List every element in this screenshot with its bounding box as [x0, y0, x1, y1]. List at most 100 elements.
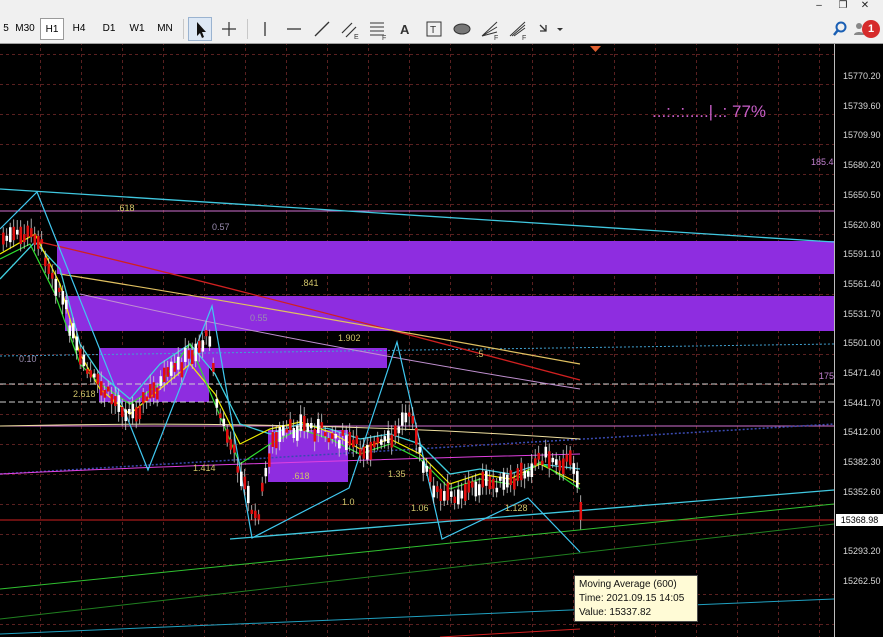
- candle-body: [135, 407, 138, 422]
- candle-body: [453, 496, 457, 504]
- candle-body: [278, 427, 282, 442]
- candle-body: [551, 457, 555, 463]
- crosshair-icon[interactable]: [217, 17, 241, 41]
- candle-body: [205, 330, 208, 337]
- fib-label: 0.10: [19, 354, 37, 364]
- text-icon[interactable]: A: [394, 17, 418, 41]
- candle-body: [180, 362, 184, 378]
- candle-body: [131, 403, 135, 419]
- toolbar-separator: [247, 19, 248, 39]
- equidistant-channel-icon[interactable]: E: [338, 17, 362, 41]
- close-icon[interactable]: ✕: [858, 0, 872, 12]
- timeframe-m30[interactable]: M30: [12, 18, 38, 40]
- fib-label: 1.35: [388, 469, 406, 479]
- cursor-icon[interactable]: [188, 17, 212, 41]
- timeframe-w1[interactable]: W1: [124, 18, 150, 40]
- candle-body: [9, 227, 12, 243]
- candle-body: [401, 412, 404, 426]
- tooltip-value: Value: 15337.82: [579, 607, 652, 618]
- candle-body: [513, 477, 516, 490]
- minimize-icon[interactable]: –: [812, 0, 826, 12]
- candle-body: [236, 466, 240, 473]
- candle-body: [327, 438, 331, 443]
- candle-body: [138, 405, 142, 419]
- candle-body: [166, 367, 170, 377]
- candle-body: [380, 439, 383, 445]
- candle-body: [149, 384, 152, 399]
- candle-body: [275, 432, 278, 449]
- candle-body: [555, 459, 558, 465]
- fibonacci-fan-icon[interactable]: F: [478, 17, 502, 42]
- candle-body: [408, 412, 411, 417]
- candle-body: [93, 373, 96, 378]
- candle-body: [194, 343, 198, 362]
- timeframe-d1[interactable]: D1: [96, 18, 122, 40]
- fib-label: 1.128: [505, 503, 528, 513]
- candle-body: [103, 389, 107, 398]
- candle-body: [320, 422, 324, 429]
- fib-label: 0.57: [212, 222, 230, 232]
- fib-label: .5: [476, 349, 484, 359]
- timeframe-5[interactable]: 5: [0, 18, 12, 40]
- candle-body: [257, 514, 261, 520]
- candle-body: [82, 354, 86, 367]
- candle-body: [173, 362, 177, 372]
- vertical-line-icon[interactable]: [253, 17, 277, 41]
- price-axis-label: 15293.20: [843, 546, 881, 557]
- ellipse-icon[interactable]: [450, 17, 474, 41]
- candle-body: [170, 361, 173, 376]
- candle-body: [464, 483, 467, 501]
- price-axis-label: 15471.40: [843, 368, 881, 378]
- price-chart[interactable]: [0, 44, 834, 637]
- timeframe-h4[interactable]: H4: [66, 18, 92, 40]
- candle-body: [527, 471, 530, 477]
- trendline-icon[interactable]: [310, 17, 334, 41]
- candle-body: [145, 396, 149, 401]
- candle-body: [432, 485, 436, 498]
- horizontal-line-icon[interactable]: [282, 17, 306, 41]
- candle-body: [208, 336, 212, 347]
- candle-body: [579, 502, 583, 520]
- candle-body: [271, 432, 275, 447]
- candle-body: [376, 437, 380, 444]
- candle-body: [26, 225, 30, 238]
- candle-body: [47, 263, 51, 274]
- candle-body: [12, 226, 16, 241]
- search-icon[interactable]: [832, 20, 848, 38]
- fib-label: 1.06: [411, 503, 429, 513]
- candle-body: [163, 367, 166, 383]
- candle-body: [282, 425, 285, 436]
- restore-icon[interactable]: ❐: [836, 0, 850, 12]
- notification-badge[interactable]: 1: [862, 20, 880, 38]
- candle-body: [177, 356, 180, 370]
- candle-body: [75, 336, 79, 351]
- svg-text:F: F: [382, 35, 386, 41]
- candle-body: [285, 428, 289, 433]
- candle-body: [460, 490, 464, 499]
- fib-label: 185.4: [811, 157, 834, 167]
- fib-label: 1.902: [338, 333, 361, 343]
- candle-body: [362, 446, 366, 459]
- candle-body: [324, 432, 327, 437]
- candle-body: [390, 434, 394, 448]
- candle-body: [303, 415, 306, 431]
- text-label-icon[interactable]: T: [422, 17, 446, 41]
- fib-label: 2.618: [73, 389, 96, 399]
- price-axis-label: 15382.30: [843, 457, 881, 468]
- arrows-dropdown-icon[interactable]: [534, 17, 566, 41]
- price-axis-label: 15620.80: [843, 219, 881, 230]
- candle-body: [317, 418, 320, 434]
- svg-text:E: E: [354, 34, 359, 41]
- fibonacci-arcs-icon[interactable]: F: [506, 17, 530, 42]
- candle-body: [516, 468, 520, 481]
- fib-label: 0.55: [250, 313, 268, 323]
- svg-text:F: F: [522, 35, 526, 41]
- timeframe-h1[interactable]: H1: [40, 18, 64, 40]
- fib-label: 1.0: [342, 497, 355, 507]
- fibonacci-retracement-icon[interactable]: F: [366, 17, 390, 42]
- candle-body: [544, 446, 548, 458]
- fib-label: .841: [301, 278, 319, 288]
- candle-body: [352, 439, 355, 448]
- candle-body: [488, 476, 492, 490]
- timeframe-mn[interactable]: MN: [152, 18, 178, 40]
